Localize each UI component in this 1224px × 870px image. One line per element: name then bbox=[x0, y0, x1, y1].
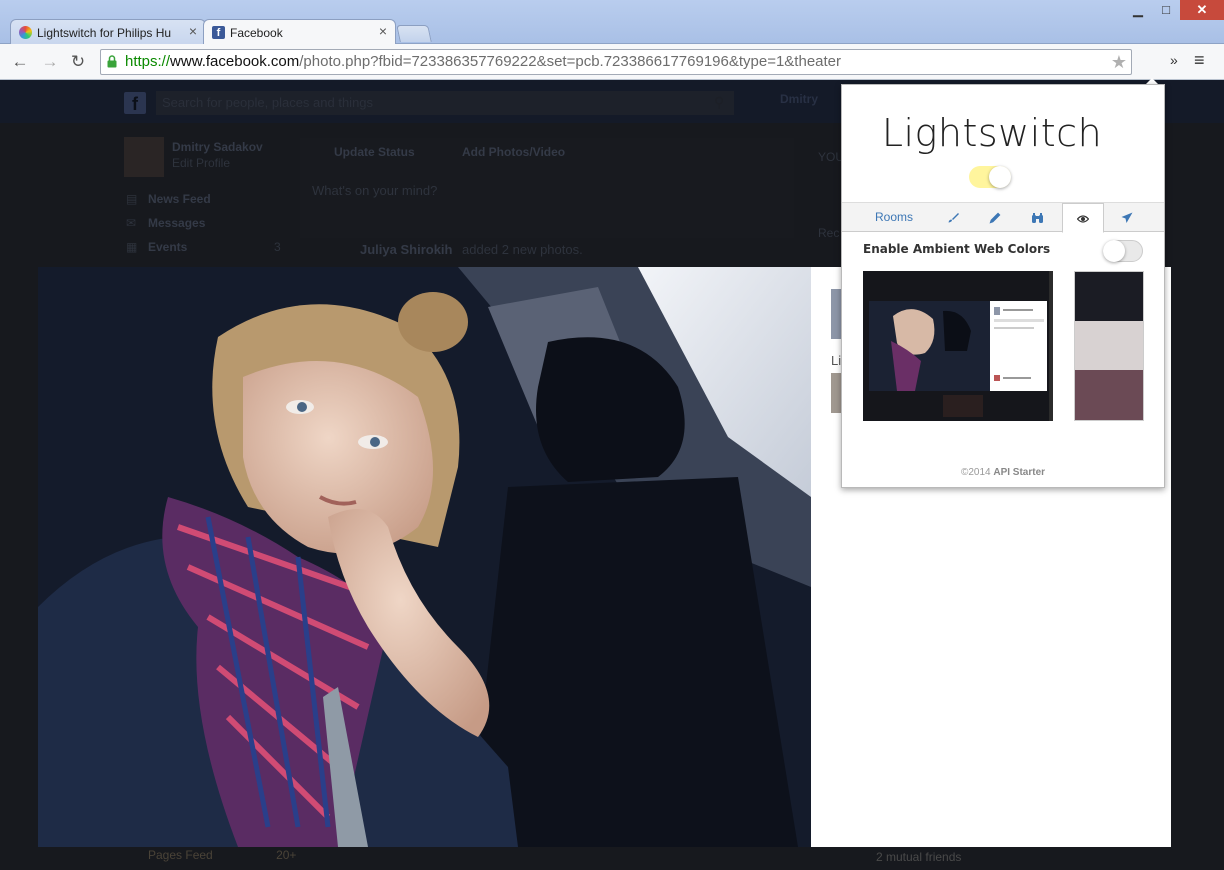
url-path: /photo.php?fbid=723386357769222&set=pcb.… bbox=[299, 53, 842, 70]
tab-close-icon[interactable]: × bbox=[379, 23, 387, 39]
chrome-menu-icon[interactable]: ≡ bbox=[1194, 50, 1205, 71]
new-tab-button[interactable] bbox=[396, 25, 432, 42]
ambient-toggle-knob bbox=[1103, 240, 1125, 262]
lightswitch-tabs: Rooms bbox=[842, 202, 1164, 233]
tab-eyedropper[interactable] bbox=[978, 203, 1012, 232]
sidebar-like-text[interactable]: Li bbox=[831, 353, 841, 368]
selfie-photo bbox=[38, 267, 811, 847]
sidebar-thumbnail[interactable] bbox=[831, 289, 841, 339]
tab-binoculars[interactable] bbox=[1020, 203, 1054, 232]
sidebar-thumbnail-2[interactable] bbox=[831, 373, 841, 413]
add-photos-tab[interactable]: Add Photos/Video bbox=[462, 145, 565, 159]
tab-brush[interactable] bbox=[936, 203, 970, 232]
lightswitch-title: Lightswitch bbox=[881, 111, 1103, 155]
header-username[interactable]: Dmitry bbox=[780, 92, 818, 106]
browser-toolbar: ← → ↻ https://www.facebook.com/photo.php… bbox=[0, 44, 1224, 118]
composer-input[interactable]: What's on your mind? bbox=[312, 183, 437, 198]
tab-strip: Lightswitch for Philips Hu × f Facebook … bbox=[0, 0, 1224, 46]
footer-year: ©2014 bbox=[960, 467, 991, 478]
pages-feed-link[interactable]: Pages Feed 20+ bbox=[148, 848, 296, 862]
lightswitch-popup: Lightswitch Rooms Enable Ambient Web Col… bbox=[841, 84, 1165, 488]
profile-name[interactable]: Dmitry Sadakov bbox=[172, 140, 263, 154]
nav-news-feed[interactable]: News Feed bbox=[148, 192, 211, 206]
send-icon bbox=[1121, 212, 1133, 223]
footer-brand-link[interactable]: API Starter bbox=[993, 467, 1045, 478]
facebook-search-input[interactable]: Search for people, places and things bbox=[156, 91, 734, 115]
tab-title: Lightswitch for Philips Hu bbox=[37, 26, 172, 40]
update-status-tab[interactable]: Update Status bbox=[334, 145, 415, 159]
maximize-button[interactable]: □ bbox=[1152, 0, 1180, 20]
right-rec: Rec bbox=[818, 226, 840, 240]
ambient-colors-toggle[interactable] bbox=[1103, 240, 1143, 262]
brush-icon bbox=[948, 212, 959, 223]
tab-lightswitch[interactable]: Lightswitch for Philips Hu × bbox=[10, 19, 206, 45]
forward-button[interactable]: → bbox=[38, 50, 62, 74]
eye-icon bbox=[1076, 215, 1090, 223]
facebook-favicon-icon: f bbox=[212, 26, 225, 39]
news-feed-icon: ▤ bbox=[126, 192, 138, 206]
preview-image bbox=[863, 271, 1053, 421]
pages-feed-count: 20+ bbox=[276, 848, 297, 862]
url-host: www.facebook.com bbox=[170, 53, 300, 70]
color-swatches bbox=[1074, 271, 1144, 421]
nav-events[interactable]: Events bbox=[148, 240, 187, 254]
browser-chrome: Lightswitch for Philips Hu × f Facebook … bbox=[0, 0, 1224, 118]
post-author[interactable]: Juliya Shirokih bbox=[360, 242, 452, 257]
search-icon[interactable]: ⚲ bbox=[714, 94, 724, 111]
color-swatch[interactable] bbox=[1075, 321, 1143, 370]
address-bar[interactable]: https://www.facebook.com/photo.php?fbid=… bbox=[100, 49, 1132, 75]
events-count: 3 bbox=[274, 240, 281, 254]
tab-close-icon[interactable]: × bbox=[189, 23, 197, 39]
events-icon: ▦ bbox=[126, 240, 138, 254]
eyedropper-icon bbox=[989, 212, 1001, 224]
tab-rooms[interactable]: Rooms bbox=[860, 203, 928, 232]
color-swatch[interactable] bbox=[1075, 370, 1143, 420]
url-scheme: https:// bbox=[125, 53, 171, 70]
tab-send[interactable] bbox=[1110, 203, 1144, 232]
post-action: added 2 new photos. bbox=[462, 242, 583, 257]
close-window-button[interactable]: ✕ bbox=[1180, 0, 1224, 20]
color-swatch[interactable] bbox=[1075, 272, 1143, 321]
reload-button[interactable]: ↻ bbox=[66, 50, 90, 74]
secure-lock-icon bbox=[107, 55, 117, 68]
bookmark-star-icon[interactable]: ★ bbox=[1111, 52, 1127, 73]
profile-avatar[interactable] bbox=[124, 137, 164, 177]
tab-facebook[interactable]: f Facebook × bbox=[203, 19, 396, 46]
tab-title: Facebook bbox=[230, 26, 283, 40]
page-preview-thumbnail bbox=[863, 271, 1053, 421]
facebook-logo-icon[interactable]: f bbox=[124, 92, 146, 114]
power-toggle-knob bbox=[989, 166, 1011, 188]
url-text: https://www.facebook.com/photo.php?fbid=… bbox=[125, 53, 841, 70]
nav-messages[interactable]: Messages bbox=[148, 216, 205, 230]
ambient-colors-label: Enable Ambient Web Colors bbox=[863, 242, 1051, 256]
messages-icon: ✉ bbox=[126, 216, 137, 230]
tab-ambient[interactable] bbox=[1062, 203, 1104, 233]
back-button[interactable]: ← bbox=[8, 50, 32, 74]
pages-feed-label: Pages Feed bbox=[148, 848, 213, 862]
theater-photo[interactable] bbox=[38, 267, 811, 847]
binoculars-icon bbox=[1031, 212, 1043, 223]
extensions-overflow-icon[interactable]: » bbox=[1170, 52, 1178, 68]
power-toggle[interactable] bbox=[969, 166, 1011, 188]
lightswitch-favicon-icon bbox=[19, 26, 32, 39]
edit-profile-link[interactable]: Edit Profile bbox=[172, 156, 230, 170]
popup-footer: ©2014 API Starter bbox=[842, 467, 1164, 478]
minimize-button[interactable]: ▁ bbox=[1124, 0, 1152, 20]
mutual-friends-text: 2 mutual friends bbox=[876, 850, 962, 864]
